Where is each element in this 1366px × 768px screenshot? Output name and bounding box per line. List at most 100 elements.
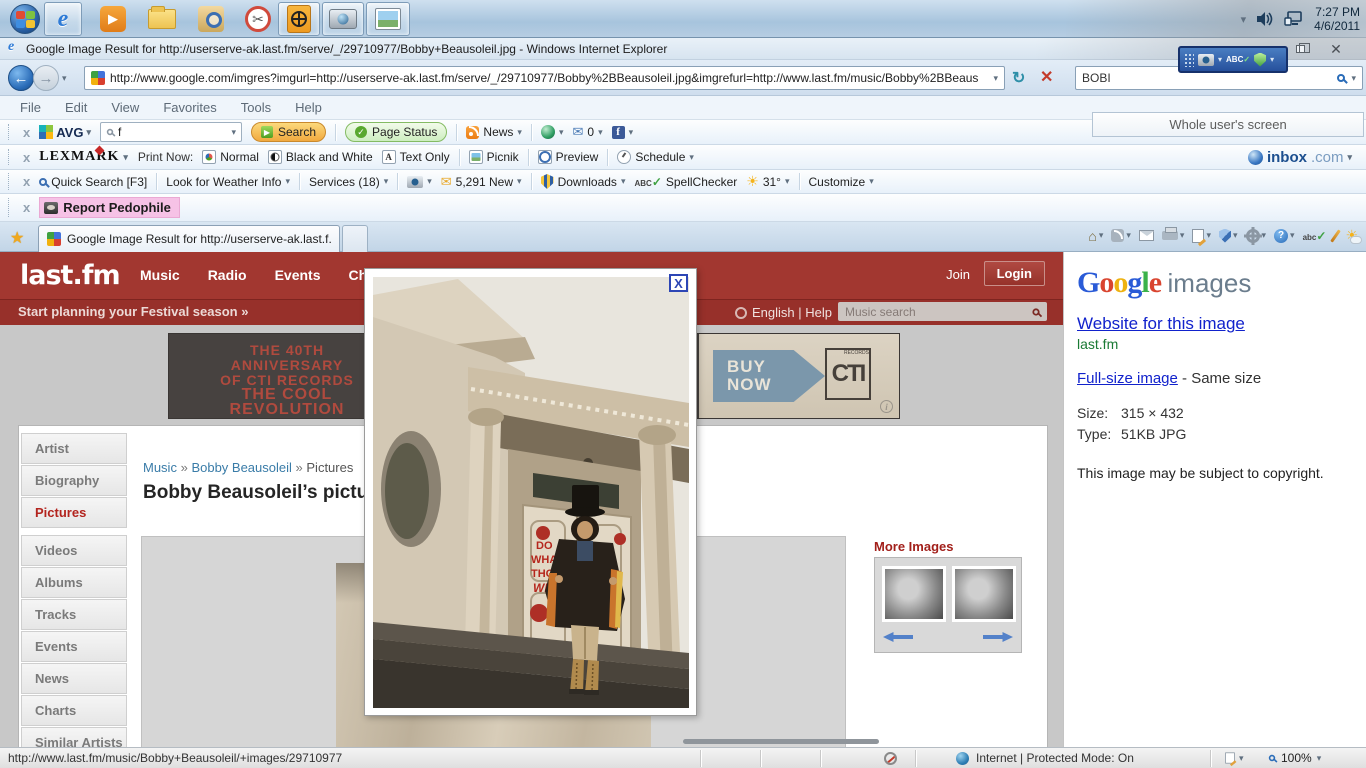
clock[interactable]: 7:27 PM 4/6/2011 xyxy=(1314,5,1360,33)
previous-arrow-icon[interactable] xyxy=(883,632,913,642)
menu-favorites[interactable]: Favorites xyxy=(163,100,216,115)
report-pedophile-button[interactable]: Report Pedophile xyxy=(39,197,180,218)
lexmark-normal-button[interactable]: Normal xyxy=(202,150,259,164)
horizontal-scrollbar-thumb[interactable] xyxy=(683,739,879,744)
nav-music[interactable]: Music xyxy=(140,267,180,283)
network-icon[interactable] xyxy=(1284,11,1304,27)
safety-button[interactable]: ▾ xyxy=(1219,229,1238,243)
buy-now-button[interactable]: BUYNOW xyxy=(713,350,825,402)
history-dropdown-icon[interactable]: ▾ xyxy=(62,73,67,84)
sidebar-item-news[interactable]: News xyxy=(21,663,127,694)
popup-photo[interactable]: DO WHAT THOU WILT xyxy=(373,277,689,708)
taskbar-usersearch-button[interactable] xyxy=(190,2,232,36)
zoom-level[interactable]: 100%▾ xyxy=(1268,751,1321,765)
drag-grip-icon[interactable] xyxy=(1184,53,1194,67)
lastfm-logo[interactable]: last.fm xyxy=(20,260,120,291)
avg-mail-button[interactable]: ✉0▾ xyxy=(572,124,602,140)
restore-button[interactable] xyxy=(1288,41,1312,57)
taskbar-gallery-button[interactable] xyxy=(366,2,410,36)
search-dropdown-icon[interactable]: ▾ xyxy=(1351,73,1356,84)
login-button[interactable]: Login xyxy=(984,261,1045,286)
menu-edit[interactable]: Edit xyxy=(65,100,87,115)
sidebar-item-artist[interactable]: Artist xyxy=(21,433,127,464)
spellcheck-mini-icon[interactable]: ABC✓ xyxy=(1226,55,1250,64)
volume-icon[interactable] xyxy=(1256,11,1274,27)
lexmark-picnik-button[interactable]: Picnik xyxy=(469,150,519,164)
menu-help[interactable]: Help xyxy=(295,100,322,115)
privacy-icon[interactable] xyxy=(884,752,897,765)
music-search-input[interactable]: Music search xyxy=(838,302,1047,321)
avg-search-dropdown-icon[interactable]: ▾ xyxy=(231,127,236,138)
address-dropdown-icon[interactable]: ▾ xyxy=(993,73,998,84)
menu-file[interactable]: File xyxy=(20,100,41,115)
lexmark-textonly-button[interactable]: Text Only xyxy=(382,150,450,164)
temperature-button[interactable]: ☀31°▾ xyxy=(746,173,789,190)
capture-button[interactable]: ▾ xyxy=(407,176,432,188)
spellcheck-command-button[interactable]: abc✓ xyxy=(1303,229,1327,243)
back-button[interactable]: ← xyxy=(8,65,34,91)
protection-shield-icon[interactable] xyxy=(1254,53,1266,67)
quick-search-button[interactable]: Quick Search [F3] xyxy=(39,175,147,189)
forward-button[interactable]: → xyxy=(33,65,59,91)
lexmark-logo[interactable]: LEXMARK▾ xyxy=(39,149,129,165)
tools-button[interactable]: ▾ xyxy=(1246,229,1267,243)
taskbar-mediaplayer-button[interactable]: ▶ xyxy=(94,2,132,36)
change-zoom-button[interactable]: ▾ xyxy=(1224,751,1244,765)
avg-close-icon[interactable]: x xyxy=(23,125,30,140)
taskbar-explorer-button[interactable] xyxy=(142,2,182,36)
locale-link[interactable]: English | Help xyxy=(735,305,832,320)
capture-dropdown-icon[interactable]: ▾ xyxy=(1218,55,1222,64)
feeds-button[interactable]: ▾ xyxy=(1111,229,1131,242)
avg-facebook-button[interactable]: f▾ xyxy=(612,126,634,139)
ad-info-icon[interactable]: i xyxy=(880,400,893,413)
website-for-image-link[interactable]: Website for this image xyxy=(1077,314,1245,334)
lexmark-close-icon[interactable]: x xyxy=(23,150,30,165)
blog-pen-button[interactable] xyxy=(1334,229,1337,243)
lexmark-bw-button[interactable]: Black and White xyxy=(268,150,373,164)
favorites-star-icon[interactable]: ★ xyxy=(10,228,24,248)
avg-logo[interactable]: AVG▾ xyxy=(39,125,91,140)
weather-command-button[interactable]: ☀ xyxy=(1345,227,1358,244)
next-arrow-icon[interactable] xyxy=(983,632,1013,642)
taskbar-snipping-button[interactable]: ✂ xyxy=(238,2,278,36)
breadcrumb-artist[interactable]: Bobby Beausoleil xyxy=(191,460,291,475)
start-button[interactable] xyxy=(6,2,44,36)
popup-close-button[interactable]: X xyxy=(669,274,688,292)
address-field[interactable]: http://www.google.com/imgres?imgurl=http… xyxy=(84,66,1005,90)
breadcrumb-music[interactable]: Music xyxy=(143,460,177,475)
lexmark-schedule-button[interactable]: Schedule▾ xyxy=(617,150,694,164)
stop-icon[interactable]: ✕ xyxy=(1040,67,1053,87)
sidebar-item-albums[interactable]: Albums xyxy=(21,567,127,598)
page-button[interactable]: ▾ xyxy=(1192,229,1211,243)
sidebar-item-pictures[interactable]: Pictures xyxy=(21,497,127,528)
services-button[interactable]: Services (18)▾ xyxy=(309,175,388,189)
report-close-icon[interactable]: x xyxy=(23,200,30,215)
inbox-close-icon[interactable]: x xyxy=(23,174,30,189)
home-button[interactable]: ⌂▾ xyxy=(1088,228,1103,244)
weather-info-button[interactable]: Look for Weather Info▾ xyxy=(166,175,290,189)
menu-tools[interactable]: Tools xyxy=(241,100,271,115)
inbox-com-logo[interactable]: inbox.com▾ xyxy=(1248,149,1352,166)
close-button[interactable]: ✕ xyxy=(1324,41,1348,57)
sidebar-item-biography[interactable]: Biography xyxy=(21,465,127,496)
more-image-thumb-2[interactable] xyxy=(952,566,1016,622)
sidebar-item-similar-artists[interactable]: Similar Artists xyxy=(21,727,127,747)
sidebar-item-videos[interactable]: Videos xyxy=(21,535,127,566)
menu-view[interactable]: View xyxy=(111,100,139,115)
refresh-icon[interactable]: ↻ xyxy=(1012,68,1025,88)
nav-radio[interactable]: Radio xyxy=(208,267,247,283)
sidebar-item-charts[interactable]: Charts xyxy=(21,695,127,726)
taskbar-webdoc-button[interactable] xyxy=(278,2,320,36)
music-search-magnifier-icon[interactable] xyxy=(1032,308,1039,315)
join-link[interactable]: Join xyxy=(946,267,970,282)
fullsize-image-link[interactable]: Full-size image xyxy=(1077,370,1178,387)
more-image-thumb-1[interactable] xyxy=(882,566,946,622)
sidebar-item-tracks[interactable]: Tracks xyxy=(21,599,127,630)
nav-events[interactable]: Events xyxy=(275,267,321,283)
avg-search-field[interactable]: f ▾ xyxy=(100,122,242,142)
avg-threatlabs-button[interactable]: ▾ xyxy=(541,125,564,139)
capture-camera-icon[interactable] xyxy=(1198,54,1214,66)
webmail-button[interactable]: ✉5,291 New▾ xyxy=(441,174,522,190)
search-magnifier-icon[interactable] xyxy=(1337,74,1345,82)
tab-active[interactable]: Google Image Result for http://userserve… xyxy=(38,225,340,252)
